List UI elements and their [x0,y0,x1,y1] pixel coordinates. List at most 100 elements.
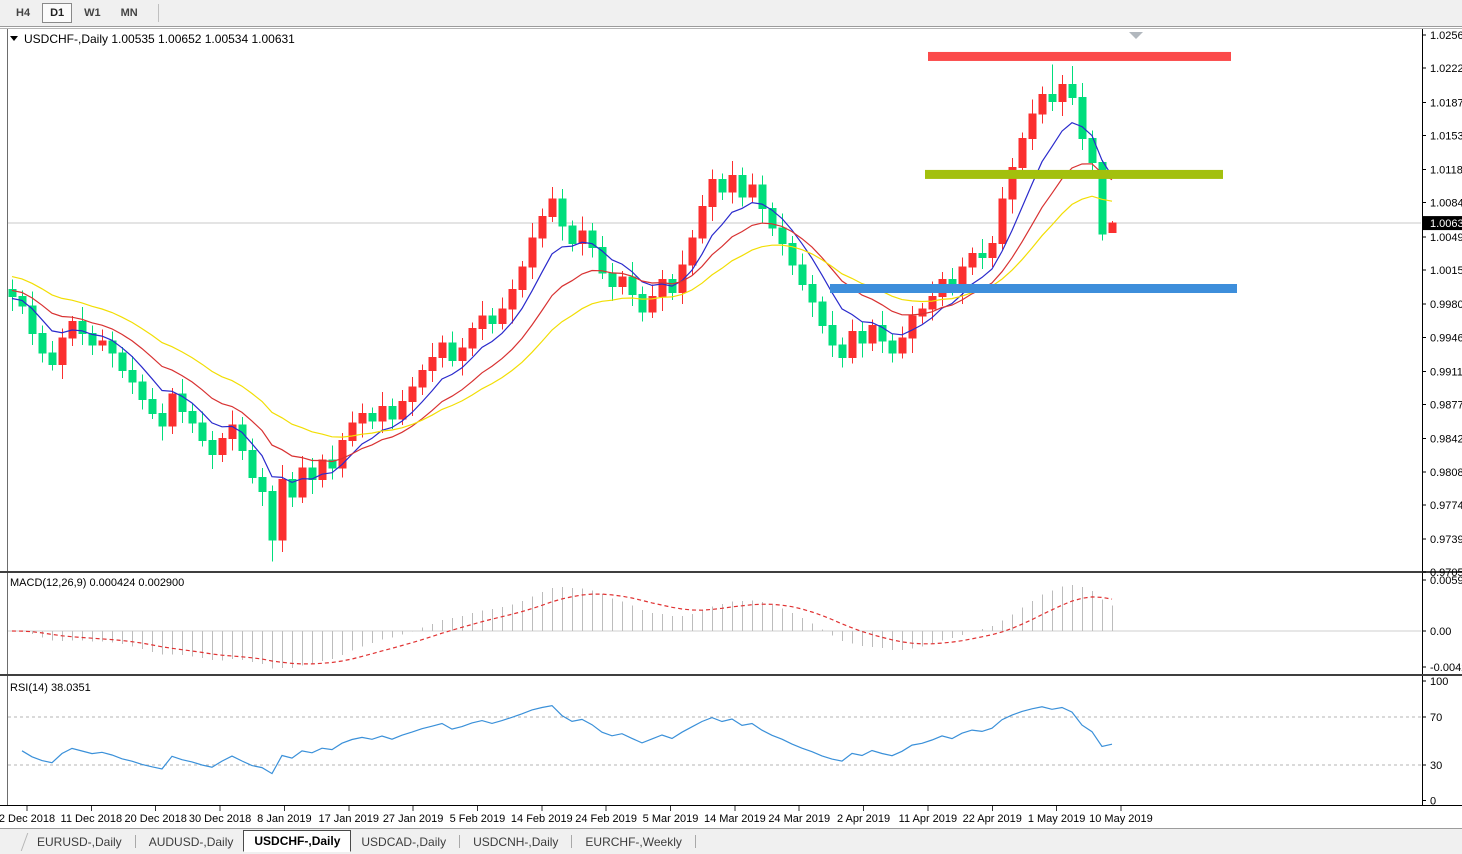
price-axis-label: 0.97740 [1430,500,1462,512]
date-axis-label: 11 Apr 2019 [899,813,958,825]
timeframe-button-w1[interactable]: W1 [76,3,109,23]
candle-body [888,340,897,354]
timeframe-button-d1[interactable]: D1 [42,3,73,23]
candle-body [968,252,977,268]
price-axis-label: 1.01530 [1430,130,1462,142]
candle-body [238,424,247,451]
price-axis-label: 1.02220 [1430,63,1462,75]
candle-body [528,237,537,268]
timeframe-button-h4[interactable]: H4 [8,3,38,23]
date-axis-label: 24 Feb 2019 [575,813,637,825]
support-band[interactable] [830,284,1237,293]
price-axis-label: 0.97390 [1430,534,1462,546]
tab-usdchf-daily[interactable]: USDCHF-,Daily [243,829,352,852]
candle-body [368,412,377,422]
candle-body [28,305,37,334]
date-axis[interactable]: 2 Dec 2018 11 Dec 2018 20 Dec 2018 30 Dec 2… [0,806,1153,825]
resistance-band[interactable] [928,51,1231,61]
tab-usdcnh-daily[interactable]: USDCNH-,Daily [463,832,568,852]
tab-audusd-daily[interactable]: AUDUSD-,Daily [139,832,244,852]
price-axis-label: 1.00490 [1430,232,1462,244]
tab-usdcad-daily[interactable]: USDCAD-,Daily [351,832,456,852]
candle-body [498,308,507,325]
date-axis-label: 20 Dec 2018 [125,813,187,825]
candle-body [268,490,277,541]
candle-body [578,230,587,245]
tab-bar-edge [10,832,29,851]
tab-eurchf-weekly[interactable]: EURCHF-,Weekly [575,832,691,852]
rsi-axis-label: 0 [1430,796,1436,808]
candle-body [298,467,307,498]
date-axis-label: 24 Mar 2019 [768,813,830,825]
date-axis-label: 10 May 2019 [1089,813,1153,825]
candle-body [1028,113,1037,139]
candle-body [558,198,567,227]
candle-body [548,198,557,217]
toolbar-separator [157,4,159,22]
tab-divider [134,835,136,848]
macd-axis-label: 0.00597 [1430,575,1462,587]
candle-body [628,276,637,295]
date-axis-label: 2 Dec 2018 [0,813,55,825]
candle-body [928,295,937,310]
candle-body [158,412,167,427]
macd-axis-label: -0.00424 [1430,662,1462,674]
chart-area[interactable]: USDCHF-,Daily 1.00535 1.00652 1.00534 1.… [0,28,1462,828]
candle-body [198,422,207,442]
candle-body [708,178,717,208]
panel-frames [0,28,1462,806]
date-axis-label: 1 May 2019 [1028,813,1085,825]
candle-body [778,227,787,245]
candle-body [508,288,517,310]
candle-body [388,405,397,420]
candle-body [168,393,177,427]
candle-body [568,225,577,245]
candle-body [468,327,477,349]
tab-divider [459,835,461,848]
date-axis-label: 5 Mar 2019 [643,813,699,825]
tab-divider [694,835,696,848]
chart-canvas[interactable]: USDCHF-,Daily 1.00535 1.00652 1.00534 1.… [0,28,1462,828]
chart-tab-bar: EURUSD-,Daily AUDUSD-,Daily USDCHF-,Dail… [0,828,1462,854]
macd-axis-label: 0.00 [1430,626,1451,638]
date-axis-label: 30 Dec 2018 [189,813,251,825]
candle-body [848,330,857,359]
candle-body [1068,84,1077,98]
candle-body [798,264,807,286]
candle-body [828,325,837,346]
candle-body [418,369,427,388]
candle-body [618,276,627,288]
candle-body [608,272,617,288]
candle-body [458,347,467,362]
candle-body [1048,93,1057,102]
candle-body [678,264,687,293]
candle-body [438,342,447,359]
rsi-axis-label: 100 [1430,676,1448,688]
candle-body [478,315,487,329]
candle-body [218,438,227,455]
candle-body [258,477,267,492]
timeframe-button-mn[interactable]: MN [113,3,146,23]
price-axis-label: 1.02560 [1430,30,1462,42]
date-axis-label: 14 Feb 2019 [511,813,573,825]
candle-body [58,337,67,366]
candle-body [188,410,197,424]
candle-body [378,405,387,422]
candle-body [978,252,987,258]
candle-body [988,243,997,258]
macd-label: MACD(12,26,9) 0.000424 0.002900 [10,577,184,589]
price-axis-label: 1.01180 [1430,165,1462,177]
date-axis-label: 5 Feb 2019 [450,813,506,825]
price-axis-label: 0.98420 [1430,434,1462,446]
date-axis-label: 22 Apr 2019 [963,813,1022,825]
price-axis-label: 1.00840 [1430,198,1462,210]
price-axis-label: 0.99460 [1430,332,1462,344]
candle-body [128,369,137,383]
minor-resistance-band[interactable] [925,169,1223,179]
candle-body [48,352,57,366]
tab-eurusd-daily[interactable]: EURUSD-,Daily [27,832,132,852]
candle-body [248,449,257,479]
tab-divider [571,835,573,848]
price-axis-label: 1.00150 [1430,265,1462,277]
candle-body [1018,137,1027,169]
